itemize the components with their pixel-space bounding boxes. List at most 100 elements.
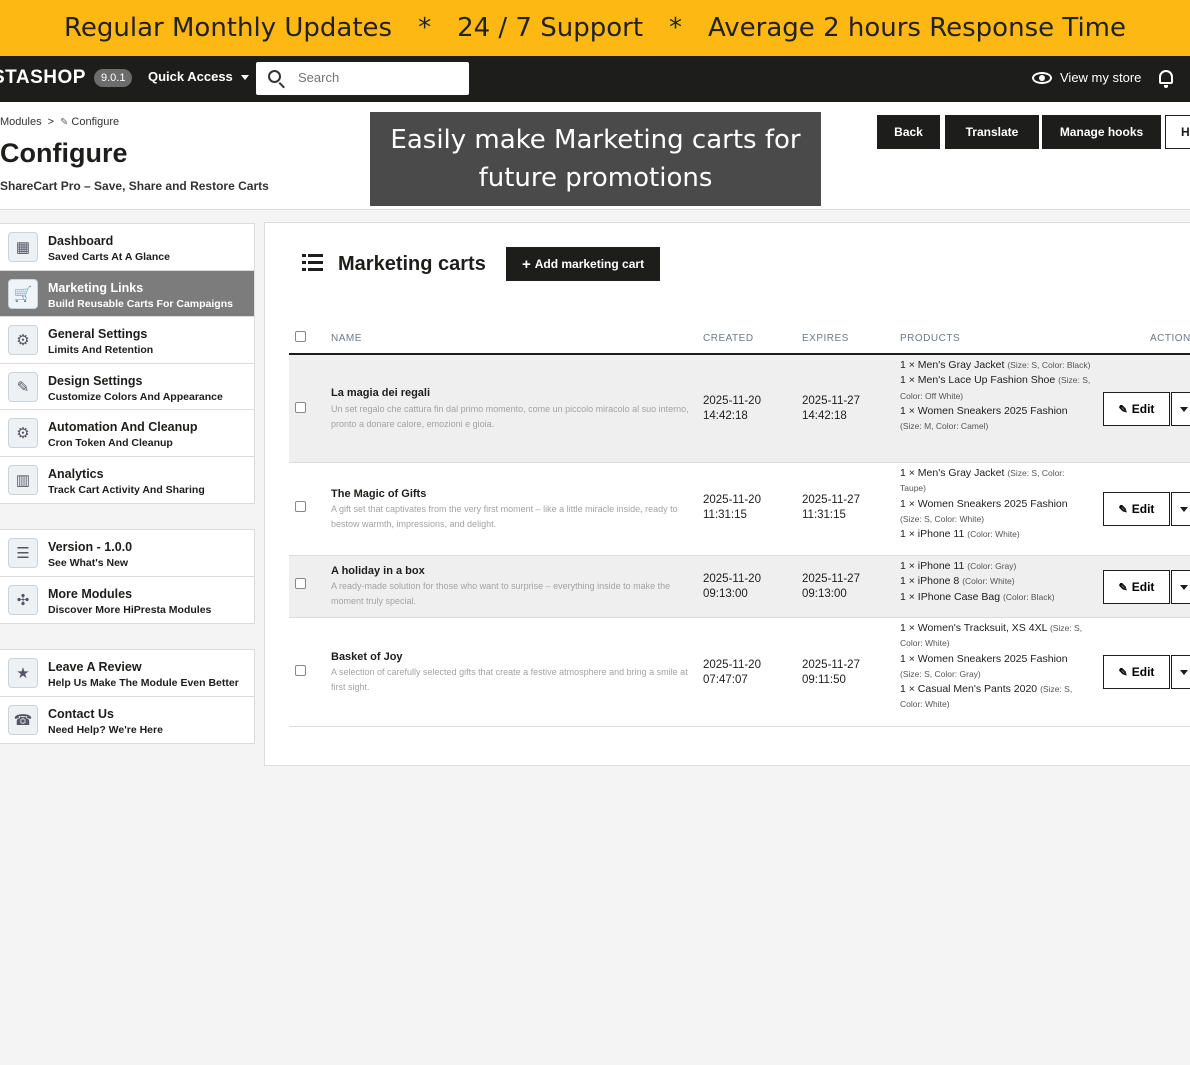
pencil-icon: ✎ <box>1118 581 1128 594</box>
quick-access-label: Quick Access <box>148 69 233 84</box>
page-subtitle: ShareCart Pro – Save, Share and Restore … <box>0 179 269 193</box>
cart-name: Basket of Joy <box>331 651 403 663</box>
banner-item-response: Average 2 hours Response Time <box>708 13 1126 43</box>
pencil-icon: ✎ <box>1118 503 1128 516</box>
analytics-icon: ▥ <box>8 464 38 495</box>
column-name[interactable]: NAME <box>331 333 362 344</box>
row-checkbox[interactable] <box>295 578 306 589</box>
row-checkbox[interactable] <box>295 665 306 676</box>
sidebar-item-subtitle: See What's New <box>48 557 129 569</box>
search-box[interactable] <box>256 62 469 95</box>
sidebar-item-leave-review[interactable]: ★ Leave A Review Help Us Make The Module… <box>0 650 254 697</box>
table-row: Basket of Joy A selection of carefully s… <box>289 618 1190 727</box>
eye-icon <box>1032 71 1052 84</box>
back-button[interactable]: Back <box>877 115 940 149</box>
logo[interactable]: STASHOP <box>0 67 86 89</box>
sidebar-item-subtitle: Build Reusable Carts For Campaigns <box>48 297 233 310</box>
edit-button[interactable]: ✎ Edit <box>1103 392 1170 426</box>
cart-description: A ready-made solution for those who want… <box>331 581 671 606</box>
sidebar-item-marketing-links[interactable]: 🛒 Marketing Links Build Reusable Carts F… <box>0 270 254 317</box>
chevron-down-icon <box>1180 407 1188 412</box>
sidebar-item-subtitle: Cron Token And Cleanup <box>48 437 173 449</box>
row-checkbox[interactable] <box>295 402 306 413</box>
expires-date: 2025-11-27 11:31:15 <box>802 493 860 523</box>
sidebar-item-contact-us[interactable]: ☎ Contact Us Need Help? We're Here <box>0 697 254 744</box>
bell-icon[interactable] <box>1159 70 1173 88</box>
created-date-value: 2025-11-20 <box>703 494 761 506</box>
sidebar-item-title: Version - 1.0.0 <box>48 540 133 554</box>
sidebar-item-title: Automation And Cleanup <box>48 420 198 434</box>
sidebar-item-title: Leave A Review <box>48 660 142 674</box>
table-row: La magia dei regali Un set regalo che ca… <box>289 355 1190 463</box>
sidebar-item-analytics[interactable]: ▥ Analytics Track Cart Activity And Shar… <box>0 457 254 504</box>
sidebar-item-title: Dashboard <box>48 234 114 248</box>
product-attributes: (Color: Black) <box>1003 591 1055 602</box>
expires-date: 2025-11-27 09:13:00 <box>802 572 860 602</box>
help-button[interactable]: H <box>1165 115 1190 149</box>
pencil-icon: ✎ <box>1118 666 1128 679</box>
row-checkbox[interactable] <box>295 501 306 512</box>
products-list: 1 × Men's Gray Jacket (Size: S, Color: T… <box>900 466 1092 542</box>
sidebar-item-subtitle: Track Cart Activity And Sharing <box>48 483 205 496</box>
banner-separator: * <box>418 13 432 43</box>
row-actions-dropdown[interactable] <box>1171 492 1190 526</box>
chevron-down-icon <box>1180 670 1188 675</box>
cart-description: A gift set that captivates from the very… <box>331 504 678 529</box>
created-date-value: 2025-11-20 <box>703 573 761 585</box>
table-header: NAME CREATED EXPIRES PRODUCTS ACTIONS <box>289 329 1190 355</box>
add-marketing-cart-button[interactable]: + Add marketing cart <box>506 247 660 281</box>
edit-button[interactable]: ✎ Edit <box>1103 492 1170 526</box>
banner-separator: * <box>669 13 683 43</box>
banner-item-support: 24 / 7 Support <box>457 13 644 43</box>
product-line: 1 × Women Sneakers 2025 Fashion <box>900 497 1068 510</box>
sidebar-item-more-modules[interactable]: ✣ More Modules Discover More HiPresta Mo… <box>0 577 254 624</box>
column-created[interactable]: CREATED <box>703 333 754 344</box>
expires-date: 2025-11-27 09:11:50 <box>802 658 860 688</box>
product-attributes: (Size: S, Color: Black) <box>1007 360 1091 370</box>
product-line: 1 × IPhone Case Bag <box>900 590 1001 603</box>
expires-date-value: 2025-11-27 <box>802 494 860 506</box>
search-icon <box>268 70 281 83</box>
product-attributes: (Size: M, Color: Camel) <box>900 421 989 432</box>
pencil-icon: ✎ <box>1118 403 1128 416</box>
sidebar-item-dashboard[interactable]: ▦ Dashboard Saved Carts At A Glance <box>0 224 254 271</box>
breadcrumb-modules[interactable]: Modules <box>0 116 42 128</box>
sidebar-item-design-settings[interactable]: ✎ Design Settings Customize Colors And A… <box>0 364 254 410</box>
row-actions-dropdown[interactable] <box>1171 655 1190 689</box>
promo-caption-overlay: Easily make Marketing carts for future p… <box>370 112 821 206</box>
column-actions: ACTIONS <box>1150 333 1190 344</box>
sidebar-item-general-settings[interactable]: ⚙ General Settings Limits And Retention <box>0 317 254 364</box>
review-icon: ★ <box>8 658 38 688</box>
sidebar-item-version[interactable]: ☰ Version - 1.0.0 See What's New <box>0 530 254 577</box>
search-input[interactable] <box>298 70 458 85</box>
palette-icon: ✎ <box>8 371 38 402</box>
product-line: 1 × Men's Lace Up Fashion Shoe <box>900 374 1056 387</box>
edit-label: Edit <box>1131 580 1155 594</box>
products-list: 1 × Men's Gray Jacket (Size: S, Color: B… <box>900 358 1092 434</box>
product-line: 1 × iPhone 11 <box>900 528 965 541</box>
plus-icon: + <box>521 255 531 273</box>
select-all-checkbox[interactable] <box>295 331 306 342</box>
row-actions-dropdown[interactable] <box>1171 570 1190 604</box>
created-time-value: 07:47:07 <box>703 674 748 686</box>
promo-banner: Regular Monthly Updates * 24 / 7 Support… <box>0 0 1190 56</box>
translate-button[interactable]: Translate <box>945 115 1039 149</box>
sidebar-item-automation[interactable]: ⚙ Automation And Cleanup Cron Token And … <box>0 410 254 457</box>
quick-access-dropdown[interactable]: Quick Access <box>148 69 249 84</box>
table-row: The Magic of Gifts A gift set that capti… <box>289 463 1190 556</box>
edit-button[interactable]: ✎ Edit <box>1103 570 1170 604</box>
expires-time-value: 14:42:18 <box>802 410 847 422</box>
view-my-store-link[interactable]: View my store <box>1032 70 1141 85</box>
dashboard-icon: ▦ <box>8 232 38 262</box>
column-expires[interactable]: EXPIRES <box>802 333 849 344</box>
edit-button[interactable]: ✎ Edit <box>1103 655 1170 689</box>
chevron-down-icon <box>240 75 249 81</box>
manage-hooks-button[interactable]: Manage hooks <box>1042 115 1161 149</box>
product-attributes: (Color: White) <box>962 576 1015 587</box>
expires-date: 2025-11-27 14:42:18 <box>802 394 860 424</box>
expires-time-value: 09:13:00 <box>802 588 847 600</box>
row-actions-dropdown[interactable] <box>1171 392 1190 426</box>
created-date: 2025-11-20 11:31:15 <box>703 493 761 523</box>
sidebar-item-subtitle: Help Us Make The Module Even Better <box>48 677 239 689</box>
cart-description: Un set regalo che cattura fin dal primo … <box>331 404 689 429</box>
